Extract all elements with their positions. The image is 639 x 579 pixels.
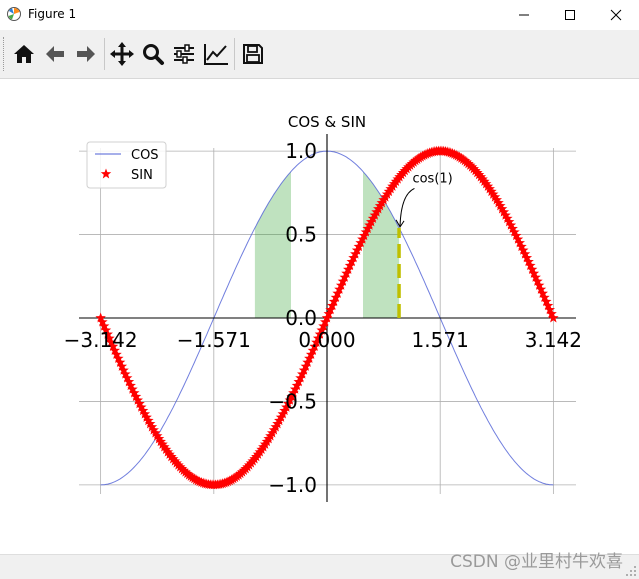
- maximize-button[interactable]: [547, 0, 593, 30]
- toolbar-separator: [234, 38, 235, 70]
- minimize-icon: [519, 14, 529, 16]
- home-icon: [14, 45, 34, 63]
- save-button[interactable]: [239, 40, 267, 68]
- chart-title: COS & SIN: [288, 113, 366, 131]
- y-tick-label-1: −0.5: [268, 389, 317, 413]
- home-button[interactable]: [10, 40, 38, 68]
- navigation-toolbar: [0, 30, 639, 79]
- subplots-config-button[interactable]: [170, 40, 198, 68]
- x-tick-label-4: 3.142: [525, 328, 582, 352]
- close-icon: [610, 9, 622, 21]
- annotation-text: cos(1): [412, 171, 452, 186]
- save-icon: [243, 44, 263, 64]
- forward-button[interactable]: [72, 40, 100, 68]
- pan-button[interactable]: [108, 40, 136, 68]
- x-tick-label-1: −1.571: [177, 328, 251, 352]
- close-button[interactable]: [593, 0, 639, 30]
- x-tick-label-3: 1.571: [412, 328, 469, 352]
- edit-axis-button[interactable]: [202, 40, 230, 68]
- fill-region-1: [363, 171, 400, 318]
- toolbar-grip[interactable]: [3, 37, 7, 71]
- y-tick-label-4: 1.0: [285, 139, 317, 163]
- y-tick-label-3: 0.5: [285, 223, 317, 247]
- window-title: Figure 1: [28, 7, 77, 21]
- back-icon: [46, 46, 64, 62]
- x-tick-label-0: −3.142: [64, 328, 138, 352]
- forward-icon: [77, 46, 95, 62]
- back-button[interactable]: [41, 40, 69, 68]
- y-tick-label-2: 0.0: [285, 306, 317, 330]
- matplotlib-icon: [7, 7, 21, 21]
- legend-sin-label: SIN: [131, 168, 153, 183]
- toolbar-separator: [104, 38, 105, 70]
- title-bar: Figure 1: [0, 0, 639, 30]
- annotation: cos(1): [395, 171, 453, 228]
- pan-icon: [110, 42, 134, 66]
- zoom-button[interactable]: [139, 40, 167, 68]
- maximize-icon: [565, 10, 575, 20]
- annotation-arrow: [399, 188, 415, 226]
- figure-canvas[interactable]: −3.142 −1.571 0.000 1.571 3.142 −1.0 −0.5 0.0 0.…: [0, 78, 639, 554]
- minimize-button[interactable]: [501, 0, 547, 30]
- watermark: CSDN @业里村牛欢喜: [450, 552, 623, 572]
- zoom-icon: [143, 44, 164, 65]
- resize-grip-icon[interactable]: [625, 565, 637, 577]
- legend: COS SIN: [86, 141, 167, 189]
- chart-svg: −3.142 −1.571 0.000 1.571 3.142 −1.0 −0.5 0.0 0.…: [64, 113, 582, 502]
- legend-cos-label: COS: [131, 148, 159, 163]
- x-tick-label-2: 0.000: [298, 328, 355, 352]
- y-tick-label-0: −1.0: [268, 473, 317, 497]
- subplots-config-icon: [174, 44, 194, 64]
- edit-axis-icon: [204, 44, 228, 65]
